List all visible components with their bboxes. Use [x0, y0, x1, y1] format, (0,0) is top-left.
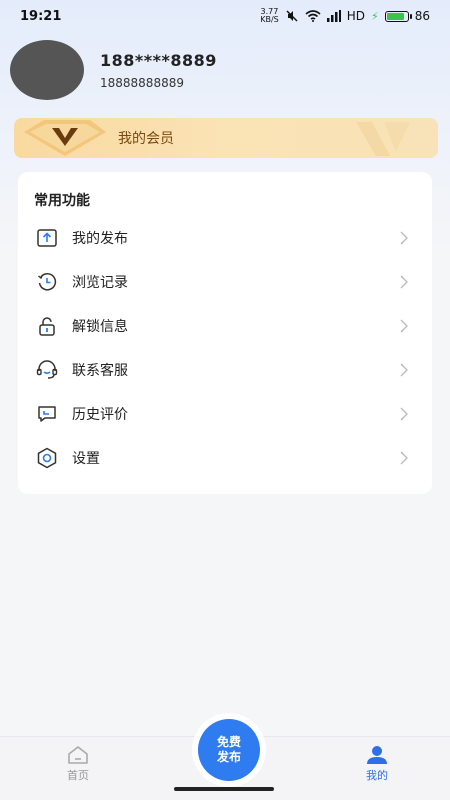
signal-icon	[326, 10, 341, 22]
profile-phone: 18888888889	[100, 75, 184, 90]
wifi-icon	[305, 10, 321, 22]
free-publish-button[interactable]: 免费 发布	[198, 719, 260, 781]
profile-name: 188****8889	[100, 50, 217, 70]
avatar[interactable]	[10, 40, 84, 100]
chevron-right-icon	[400, 319, 408, 333]
home-indicator[interactable]	[174, 787, 274, 791]
status-bar: 19:21 3.77 KB/S HD ⚡ 86	[0, 0, 450, 32]
vip-crown-icon	[24, 120, 106, 156]
history-icon	[36, 271, 58, 293]
menu-item-settings[interactable]: 设置	[18, 438, 432, 478]
menu-label: 设置	[72, 451, 100, 467]
chevron-right-icon	[400, 275, 408, 289]
menu-label: 历史评价	[72, 407, 128, 423]
menu-item-customer-service[interactable]: 联系客服	[18, 350, 432, 390]
tab-home-label: 首页	[67, 769, 89, 782]
user-icon	[367, 746, 387, 764]
menu-label: 浏览记录	[72, 275, 128, 291]
menu-item-browse-history[interactable]: 浏览记录	[18, 262, 432, 302]
vip-banner[interactable]: 我的会员	[14, 118, 438, 158]
publish-line1: 免费	[216, 735, 241, 749]
gear-icon	[36, 447, 58, 469]
tab-home[interactable]: 首页	[38, 737, 118, 783]
functions-card: 常用功能 我的发布 浏览记录 解锁信息 联系客服 历史评价 设置	[18, 172, 432, 494]
battery-icon	[384, 10, 412, 22]
chevron-right-icon	[400, 231, 408, 245]
network-type: HD	[346, 9, 365, 23]
chevron-right-icon	[400, 407, 408, 421]
menu-label: 解锁信息	[72, 319, 128, 335]
vip-label: 我的会员	[118, 131, 174, 147]
charging-icon: ⚡	[370, 9, 379, 23]
headset-icon	[36, 359, 58, 381]
menu-label: 联系客服	[72, 363, 128, 379]
battery-level: 86	[414, 9, 430, 23]
comment-icon	[36, 403, 58, 425]
chevron-right-icon	[400, 451, 408, 465]
functions-title: 常用功能	[34, 193, 90, 209]
menu-label: 我的发布	[72, 231, 128, 247]
menu-item-review-history[interactable]: 历史评价	[18, 394, 432, 434]
menu-item-unlock-info[interactable]: 解锁信息	[18, 306, 432, 346]
profile-header[interactable]: 188****8889 18888888889	[10, 40, 217, 100]
status-icons: 3.77 KB/S HD ⚡ 86	[260, 8, 430, 24]
mute-icon	[286, 10, 298, 22]
tab-mine-label: 我的	[366, 769, 388, 782]
tab-mine[interactable]: 我的	[337, 737, 417, 783]
menu-item-my-posts[interactable]: 我的发布	[18, 218, 432, 258]
upload-icon	[36, 227, 58, 249]
net-speed: 3.77 KB/S	[260, 7, 279, 24]
home-icon	[68, 746, 88, 764]
vip-watermark-icon	[356, 122, 410, 156]
publish-line2: 发布	[216, 750, 241, 764]
unlock-icon	[36, 315, 58, 337]
chevron-right-icon	[400, 363, 408, 377]
status-time: 19:21	[20, 8, 62, 24]
